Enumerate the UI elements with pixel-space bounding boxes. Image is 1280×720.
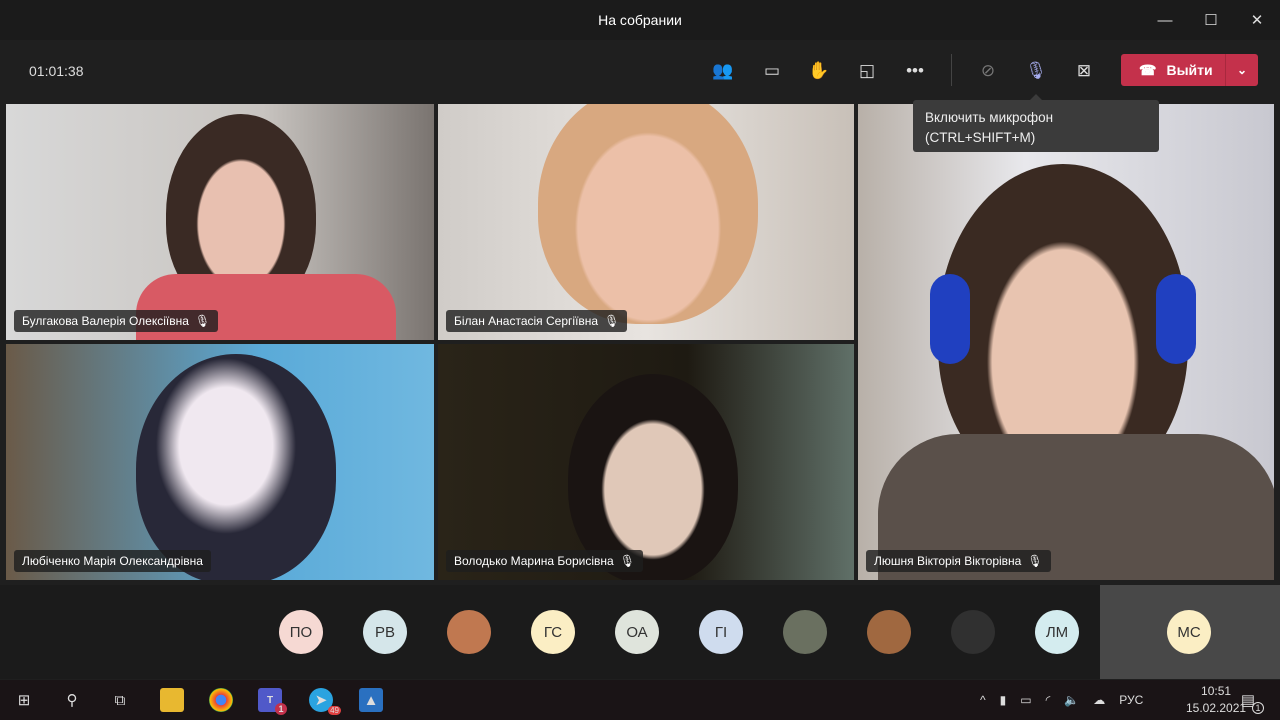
participant-avatar[interactable]: ЛМ <box>1035 610 1079 654</box>
participant-strip: ПО РВ ГС ОА ГІ ЛМ МС <box>0 585 1280 679</box>
onedrive-icon[interactable]: ☁ <box>1093 693 1105 707</box>
hangup-icon: ☎ <box>1139 61 1157 78</box>
video-feed <box>538 104 758 324</box>
video-tile[interactable]: Білан Анастасія Сергіївна 🎙 <box>438 104 854 340</box>
avatar-initials: МС <box>1177 623 1201 641</box>
meeting-timer: 01:01:38 <box>29 63 84 79</box>
notifications-icon[interactable]: ▤ 1 <box>1236 688 1264 714</box>
video-tile[interactable]: Володько Марина Борисівна 🎙 <box>438 344 854 580</box>
participant-avatar[interactable]: ПО <box>279 610 323 654</box>
leave-label: Выйти <box>1166 62 1213 78</box>
camera-off-icon[interactable]: ⊘ <box>974 58 1002 84</box>
mic-off-icon: 🎙 <box>619 554 635 568</box>
participant-name-label: Білан Анастасія Сергіївна 🎙 <box>446 310 628 332</box>
more-options-icon[interactable]: ••• <box>901 58 929 84</box>
notification-count: 1 <box>1252 702 1264 714</box>
minimize-button[interactable]: — <box>1142 0 1188 40</box>
raise-hand-icon[interactable]: ✋ <box>805 58 833 84</box>
self-view[interactable]: МС <box>1100 585 1280 679</box>
wifi-icon[interactable]: ◜ <box>1046 693 1051 707</box>
avatar-initials: ГІ <box>714 623 728 641</box>
close-button[interactable]: ✕ <box>1234 0 1280 40</box>
participants-icon[interactable]: 👥 <box>709 58 737 84</box>
title-bar: На собрании — ☐ ✕ <box>0 0 1280 40</box>
maximize-button[interactable]: ☐ <box>1188 0 1234 40</box>
telegram-icon[interactable]: ➤ 49 <box>309 688 341 715</box>
participant-name: Булгакова Валерія Олексіївна <box>22 314 189 328</box>
participant-name: Люшня Вікторія Вікторівна <box>874 554 1022 568</box>
participant-name-label: Володько Марина Борисівна 🎙 <box>446 550 643 572</box>
rooms-icon[interactable]: ◱ <box>853 58 881 84</box>
meeting-toolbar: 01:01:38 👥 ▭ ✋ ◱ ••• ⊘ 🎙 ⊠ ☎ Выйти ⌄ <box>0 40 1280 102</box>
divider <box>951 54 952 86</box>
video-tile[interactable]: Люшня Вікторія Вікторівна 🎙 <box>858 104 1274 580</box>
mic-off-icon[interactable]: 🎙 <box>1022 58 1050 84</box>
windows-taskbar: ⊞ ⚲ ⧉ T1 ➤ 49 ▲ ^ ▮ ▭ ◜ 🔈 ☁ РУС 10:51 15.… <box>0 680 1280 720</box>
avatar-initials: ГС <box>543 623 563 641</box>
video-tile[interactable]: Булгакова Валерія Олексіївна 🎙 <box>6 104 434 340</box>
self-avatar: МС <box>1167 610 1211 654</box>
participant-avatar[interactable]: ГС <box>531 610 575 654</box>
photos-icon[interactable]: ▲ <box>359 688 383 712</box>
headphones <box>1156 274 1196 364</box>
leave-button[interactable]: ☎ Выйти ⌄ <box>1121 54 1258 86</box>
participant-avatar[interactable]: ОА <box>615 610 659 654</box>
mic-off-icon: 🎙 <box>194 314 211 328</box>
participant-avatar-photo[interactable] <box>867 610 911 654</box>
participant-name: Білан Анастасія Сергіївна <box>454 314 599 328</box>
chrome-icon[interactable] <box>209 688 233 712</box>
window-title: На собрании <box>598 12 682 28</box>
language-indicator[interactable]: РУС <box>1119 693 1143 707</box>
show-hidden-icons-chevron-icon[interactable]: ^ <box>980 693 986 707</box>
participant-avatar-photo[interactable] <box>783 610 827 654</box>
microphone-icon[interactable]: ▮ <box>1000 693 1007 707</box>
mic-tooltip: Включить микрофон (CTRL+SHIFT+M) <box>913 94 1159 152</box>
participant-name: Любіченко Марія Олександрівна <box>22 554 203 568</box>
tooltip-line1: Включить микрофон <box>925 110 1054 125</box>
mic-off-icon: 🎙 <box>1027 554 1043 568</box>
telegram-badge: 49 <box>328 706 341 715</box>
avatar-initials: РВ <box>374 623 395 641</box>
stop-share-icon[interactable]: ⊠ <box>1070 58 1098 84</box>
avatar-initials: ЛМ <box>1045 623 1069 641</box>
avatar-initials: ПО <box>289 623 313 641</box>
participant-avatar-photo[interactable] <box>951 610 995 654</box>
teams-icon[interactable]: T1 <box>258 688 287 715</box>
headphones <box>930 274 970 364</box>
task-view-icon[interactable]: ⧉ <box>108 688 132 712</box>
participant-name-label: Булгакова Валерія Олексіївна 🎙 <box>14 310 219 332</box>
windows-start-icon[interactable]: ⊞ <box>12 688 36 712</box>
video-feed <box>136 354 336 580</box>
video-tile[interactable]: Любіченко Марія Олександрівна <box>6 344 434 580</box>
file-explorer-icon[interactable] <box>160 688 184 712</box>
tooltip-line2: (CTRL+SHIFT+M) <box>925 130 1036 145</box>
avatar-initials: ОА <box>626 623 648 641</box>
battery-icon[interactable]: ▭ <box>1020 693 1031 707</box>
participant-name: Володько Марина Борисівна <box>454 554 614 568</box>
participant-name-label: Люшня Вікторія Вікторівна 🎙 <box>866 550 1051 572</box>
teams-badge: 1 <box>275 703 287 715</box>
participant-avatar[interactable]: ГІ <box>699 610 743 654</box>
mic-off-icon: 🎙 <box>604 314 620 328</box>
leave-options-chevron-icon[interactable]: ⌄ <box>1226 63 1258 77</box>
chat-icon[interactable]: ▭ <box>758 58 786 84</box>
participant-avatar[interactable]: РВ <box>363 610 407 654</box>
participant-name-label: Любіченко Марія Олександрівна <box>14 550 211 572</box>
volume-icon[interactable]: 🔈 <box>1064 693 1079 707</box>
participant-avatar-photo[interactable] <box>447 610 491 654</box>
search-icon[interactable]: ⚲ <box>60 688 84 712</box>
